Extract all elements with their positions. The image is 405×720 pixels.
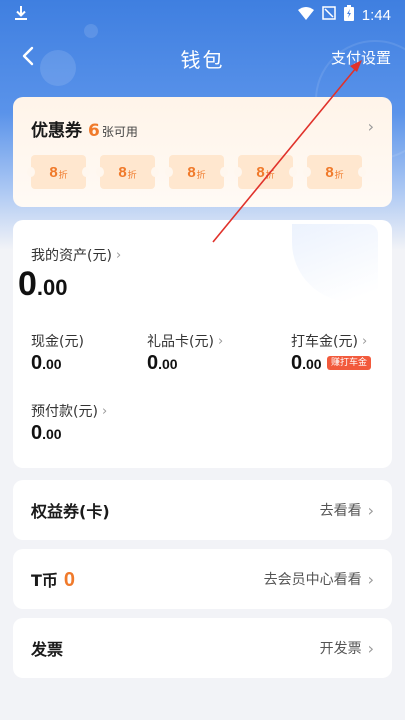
chevron-left-icon xyxy=(22,46,34,70)
coupon-card[interactable]: 优惠券 6 张可用 › 8折 8折 8折 8折 8折 xyxy=(13,97,392,207)
back-button[interactable] xyxy=(14,44,42,72)
chevron-right-icon: › xyxy=(361,333,368,349)
prepaid-value: 0.00 xyxy=(31,422,62,444)
chevron-right-icon: › xyxy=(367,500,374,520)
chevron-right-icon: › xyxy=(367,117,374,136)
total-assets-label[interactable]: 我的资产(元) › xyxy=(31,245,121,265)
taxi-credit-label[interactable]: 打车金(元) › xyxy=(291,331,367,351)
battery-icon xyxy=(343,5,354,25)
signal-off-icon xyxy=(322,6,336,24)
gift-card-value: 0.00 xyxy=(147,352,178,374)
nav-bar: 钱包 支付设置 xyxy=(0,38,405,78)
member-center-action: 去会员中心看看 › xyxy=(263,569,374,589)
rights-coupon-action: 去看看 › xyxy=(319,500,374,520)
chevron-right-icon: › xyxy=(101,403,108,419)
download-icon xyxy=(14,5,28,25)
tcoin-title: T币 0 xyxy=(31,568,76,591)
invoice-row[interactable]: 发票 开发票 › xyxy=(13,618,392,678)
invoice-title: 发票 xyxy=(31,640,64,659)
wifi-icon xyxy=(297,6,314,24)
invoice-action: 开发票 › xyxy=(319,638,374,658)
earn-taxi-credit-badge[interactable]: 赚打车金 xyxy=(327,356,372,370)
cash-value: 0.00 xyxy=(31,352,62,374)
gift-card-label[interactable]: 礼品卡(元) › xyxy=(147,331,223,351)
coupon-chip[interactable]: 8折 xyxy=(303,155,366,189)
coupon-chip[interactable]: 8折 xyxy=(234,155,297,189)
coupon-title: 优惠券 xyxy=(31,121,82,141)
chevron-right-icon: › xyxy=(367,638,374,658)
tcoin-value: 0 xyxy=(63,568,76,591)
chevron-right-icon: › xyxy=(115,247,122,263)
total-assets-value: 0.00 xyxy=(18,265,68,303)
prepaid-label[interactable]: 预付款(元) › xyxy=(31,401,107,421)
page-title: 钱包 xyxy=(180,47,225,72)
coupon-available-label: 张可用 xyxy=(101,125,138,139)
coupon-chip[interactable]: 8折 xyxy=(96,155,159,189)
coupon-list: 8折 8折 8折 8折 8折 xyxy=(27,155,366,189)
rights-coupon-title: 权益券(卡) xyxy=(31,502,110,521)
chevron-right-icon: › xyxy=(217,333,224,349)
coupon-chip[interactable]: 8折 xyxy=(165,155,228,189)
taxi-credit-value: 0.00 xyxy=(291,352,322,374)
pay-settings-button[interactable]: 支付设置 xyxy=(331,47,391,68)
coupon-chip[interactable]: 8折 xyxy=(27,155,90,189)
status-time: 1:44 xyxy=(361,6,391,24)
coupon-count: 6 xyxy=(88,121,100,141)
chevron-right-icon: › xyxy=(367,569,374,589)
cash-label[interactable]: 现金(元) xyxy=(31,331,84,351)
rights-coupon-row[interactable]: 权益券(卡) 去看看 › xyxy=(13,480,392,540)
tcoin-row[interactable]: T币 0 去会员中心看看 › xyxy=(13,549,392,609)
status-bar: 1:44 xyxy=(0,0,405,30)
